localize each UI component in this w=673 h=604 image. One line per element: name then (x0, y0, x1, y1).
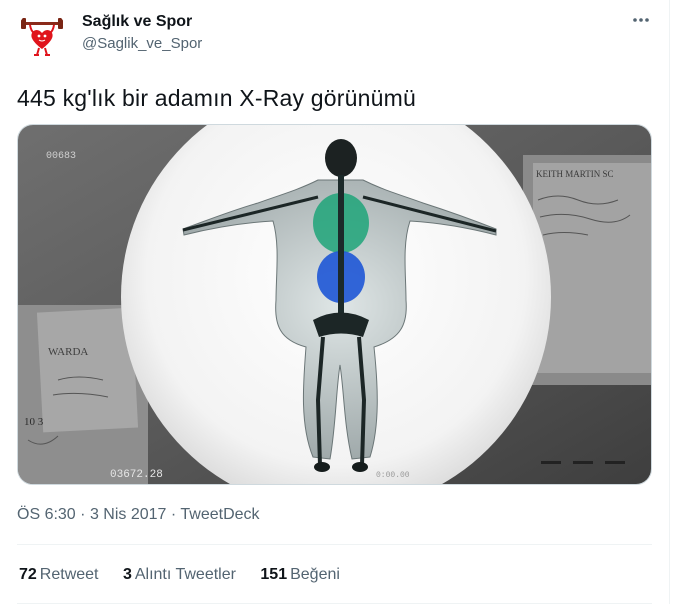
engagement-stats: 72 Retweet 3 Alıntı Tweetler 151 Beğeni (19, 565, 360, 585)
more-options-button[interactable] (628, 8, 654, 32)
note-left: 10 3 (24, 416, 44, 428)
likes-label: Beğeni (290, 566, 340, 583)
bottom-code: 0:00.00 (376, 471, 410, 480)
ward-label: WARDA (48, 346, 88, 358)
retweets-stat-link[interactable]: 72 Retweet (19, 565, 99, 585)
paper-header: KEITH MARTIN SC (536, 169, 613, 179)
retweets-count: 72 (19, 566, 37, 583)
avatar[interactable] (17, 9, 67, 59)
author-name[interactable]: Sağlık ve Spor (82, 12, 192, 32)
tweet-meta: ÖS 6:30 · 3 Nis 2017 · TweetDeck (17, 505, 260, 525)
xray-image: 00683 KEITH MARTIN SC WARDA 10 3 03672.2… (18, 125, 651, 484)
top-left-code: 00683 (46, 151, 76, 162)
tweet-time[interactable]: ÖS 6:30 (17, 506, 76, 523)
tweet-text: 445 kg'lık bir adamın X-Ray görünümü (17, 85, 416, 111)
divider-top (17, 544, 652, 545)
bottom-counter: 03672.28 (110, 469, 163, 481)
tweet-source[interactable]: TweetDeck (180, 506, 259, 523)
meta-dot-separator: · (170, 506, 177, 523)
more-dots-icon (633, 18, 649, 22)
tweet-date[interactable]: 3 Nis 2017 (90, 506, 167, 523)
tweet-media-image[interactable]: 00683 KEITH MARTIN SC WARDA 10 3 03672.2… (17, 124, 652, 485)
quotes-label: Alıntı Tweetler (134, 566, 236, 583)
likes-count: 151 (260, 566, 288, 583)
quotes-count: 3 (122, 566, 132, 583)
column-divider (669, 0, 670, 604)
author-handle[interactable]: @Saglik_ve_Spor (82, 35, 202, 53)
likes-stat-link[interactable]: 151 Beğeni (260, 565, 340, 585)
quotes-stat-link[interactable]: 3 Alıntı Tweetler (123, 565, 236, 585)
meta-dot-separator: · (80, 506, 86, 523)
retweets-label: Retweet (39, 566, 99, 583)
heart-dumbbell-logo-icon (17, 9, 67, 59)
